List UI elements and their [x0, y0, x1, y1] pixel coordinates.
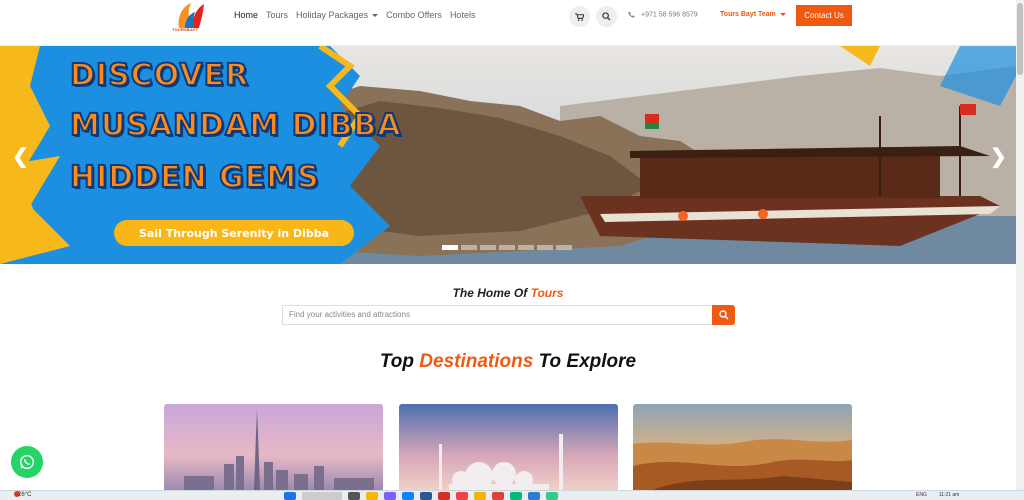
- destination-card-abu-dhabi[interactable]: [399, 404, 618, 490]
- desert-image: [633, 404, 852, 490]
- menu-item-tours[interactable]: Tours: [266, 10, 288, 20]
- hero-tagline: Sail Through Serenity in Dibba: [114, 220, 354, 246]
- whatsapp-icon: [19, 454, 35, 470]
- phone-link[interactable]: +971 58 596 8579: [628, 11, 698, 18]
- os-taskbar: 26°C ENG 11:21 am: [0, 490, 1024, 500]
- phone-icon: [628, 11, 635, 18]
- weather-temperature[interactable]: 26°C: [18, 492, 31, 498]
- app-icon[interactable]: [528, 492, 540, 500]
- team-label: Tours Bayt Team: [720, 11, 776, 18]
- chrome-icon[interactable]: [492, 492, 504, 500]
- mosque-image: [399, 404, 618, 490]
- app-icon[interactable]: [384, 492, 396, 500]
- slider-next-arrow-icon[interactable]: ❯: [990, 144, 1007, 169]
- scrollbar-thumb[interactable]: [1017, 3, 1023, 75]
- whatsapp-button[interactable]: [11, 446, 43, 478]
- start-icon[interactable]: [284, 492, 296, 500]
- destinations-heading: Top Destinations To Explore: [0, 351, 1016, 373]
- search-heading-highlight: Tours: [530, 286, 564, 300]
- search-button[interactable]: [596, 6, 617, 27]
- app-icon[interactable]: [474, 492, 486, 500]
- slider-dot[interactable]: [499, 245, 515, 250]
- search-input[interactable]: Find your activities and attractions: [282, 305, 712, 325]
- opera-icon[interactable]: [456, 492, 468, 500]
- app-icon[interactable]: [420, 492, 432, 500]
- system-tray: ENG 11:21 am: [916, 492, 959, 498]
- taskbar-apps: [284, 492, 558, 500]
- slider-prev-arrow-icon[interactable]: ❮: [12, 144, 29, 169]
- taskbar-search-box[interactable]: [302, 492, 342, 500]
- edge-icon[interactable]: [402, 492, 414, 500]
- chevron-down-icon: [779, 12, 786, 16]
- page: TOURSBAYT Home Tours Holiday Packages Co…: [0, 0, 1024, 500]
- destinations-heading-suffix: To Explore: [533, 351, 637, 372]
- app-icon[interactable]: [546, 492, 558, 500]
- app-icon[interactable]: [510, 492, 522, 500]
- slider-dot[interactable]: [556, 245, 572, 250]
- cart-button[interactable]: [569, 6, 590, 27]
- team-dropdown[interactable]: Tours Bayt Team: [720, 11, 786, 18]
- slider-dot[interactable]: [480, 245, 496, 250]
- destination-card-desert[interactable]: [633, 404, 852, 490]
- destinations-heading-highlight: Destinations: [419, 351, 534, 372]
- chevron-down-icon: [372, 14, 379, 18]
- menu-item-home[interactable]: Home: [234, 10, 258, 20]
- menu-item-label: Holiday Packages: [296, 10, 369, 20]
- scrollbar[interactable]: [1016, 0, 1024, 490]
- search-heading-prefix: The Home Of: [452, 286, 531, 300]
- search-icon: [602, 12, 611, 21]
- slider-dot[interactable]: [537, 245, 553, 250]
- clock[interactable]: 11:21 am: [939, 492, 959, 498]
- menu-item-hotels[interactable]: Hotels: [450, 10, 476, 20]
- destination-card-dubai[interactable]: [164, 404, 383, 490]
- hero-title-line-1: DISCOVER: [69, 57, 250, 94]
- slider-dot[interactable]: [461, 245, 477, 250]
- top-navbar: TOURSBAYT Home Tours Holiday Packages Co…: [0, 0, 1016, 46]
- logo[interactable]: [173, 0, 209, 38]
- search-icon: [718, 310, 729, 320]
- contact-us-button[interactable]: Contact Us: [796, 5, 852, 26]
- file-explorer-icon[interactable]: [366, 492, 378, 500]
- task-view-icon[interactable]: [348, 492, 360, 500]
- slider-dot[interactable]: [442, 245, 458, 250]
- slider-pagination: [442, 245, 572, 250]
- menu-item-combo-offers[interactable]: Combo Offers: [386, 10, 442, 20]
- slider-dot[interactable]: [518, 245, 534, 250]
- phone-number: +971 58 596 8579: [641, 11, 698, 19]
- destinations-heading-prefix: Top: [379, 351, 420, 372]
- search-heading: The Home Of Tours: [0, 286, 1016, 300]
- menu-item-holiday-packages[interactable]: Holiday Packages: [296, 10, 379, 20]
- dubai-skyline-image: [164, 404, 383, 490]
- language-indicator[interactable]: ENG: [916, 492, 927, 498]
- cart-icon: [575, 12, 584, 21]
- hero-slider: DISCOVER MUSANDAM DIBBA HIDDEN GEMS Sail…: [0, 46, 1016, 264]
- logo-text: TOURSBAYT: [172, 27, 199, 32]
- main-menu: Home Tours Holiday Packages Combo Offers…: [234, 10, 475, 20]
- hero-title-line-3: HIDDEN GEMS: [69, 159, 320, 196]
- hero-title-line-2: MUSANDAM DIBBA: [69, 107, 402, 144]
- app-icon[interactable]: [438, 492, 450, 500]
- search-submit-button[interactable]: [712, 305, 735, 325]
